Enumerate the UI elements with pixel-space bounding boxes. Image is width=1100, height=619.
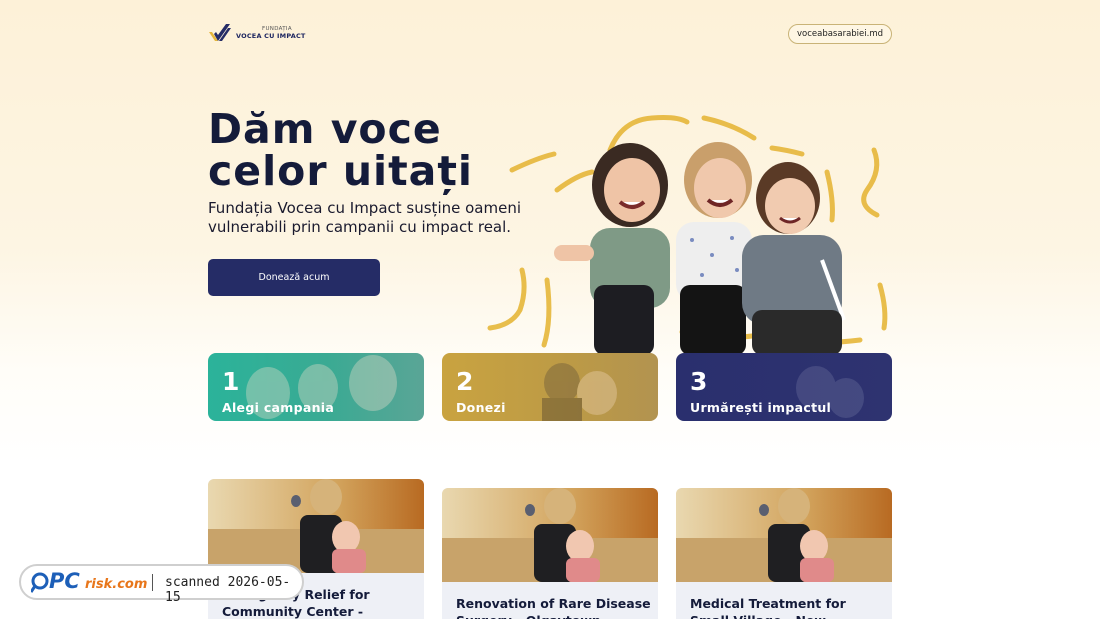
logo-big-text: VOCEA CU IMPACT	[236, 32, 306, 40]
site-link-button[interactable]: voceabasarabiei.md	[787, 24, 892, 44]
hero-title: Dăm voce celor uitați	[208, 105, 473, 195]
brand-logo[interactable]: FUNDAȚIA VOCEA CU IMPACT	[208, 22, 306, 44]
scan-date-text: scanned 2026-05-15	[165, 575, 291, 605]
campaign-title-2[interactable]: Renovation of Rare Disease Surgery - Olg…	[456, 595, 651, 619]
scan-watermark: PC risk.com scanned 2026-05-15	[19, 564, 304, 605]
campaign-title-3[interactable]: Medical Treatment for Small Village - Ne…	[690, 595, 885, 619]
step-card-2: 2 Donezi	[442, 353, 658, 421]
campaign-photo	[442, 488, 658, 582]
campaign-photo	[676, 488, 892, 582]
step-card-1: 1 Alegi campania	[208, 353, 424, 421]
step-2-label: Donezi	[456, 400, 506, 415]
campaign-card-3[interactable]: Medical Treatment for Small Village - Ne…	[676, 488, 892, 619]
logo-checkmark-icon	[209, 24, 231, 41]
hero-subtitle: Fundația Vocea cu Impact susține oameni …	[208, 199, 521, 236]
step-3-label: Urmărești impactul	[690, 400, 832, 415]
campaign-card-2[interactable]: Renovation of Rare Disease Surgery - Olg…	[442, 488, 658, 619]
step-card-3: 3 Urmărești impactul	[676, 353, 892, 421]
pcrisk-logo-risk: risk.com	[85, 577, 148, 592]
badge-divider	[152, 574, 153, 591]
step-1-label: Alegi campania	[222, 400, 335, 415]
step-2-number: 2	[456, 367, 474, 396]
children-photo	[487, 115, 888, 355]
step-3-number: 3	[690, 367, 708, 396]
pcrisk-logo-pc: PC	[49, 569, 80, 593]
donate-now-button[interactable]: Donează acum	[208, 259, 380, 296]
step-1-number: 1	[222, 367, 240, 396]
site-header: FUNDAȚIA VOCEA CU IMPACT voceabasarabiei…	[208, 22, 892, 46]
campaign-photo	[208, 479, 424, 573]
